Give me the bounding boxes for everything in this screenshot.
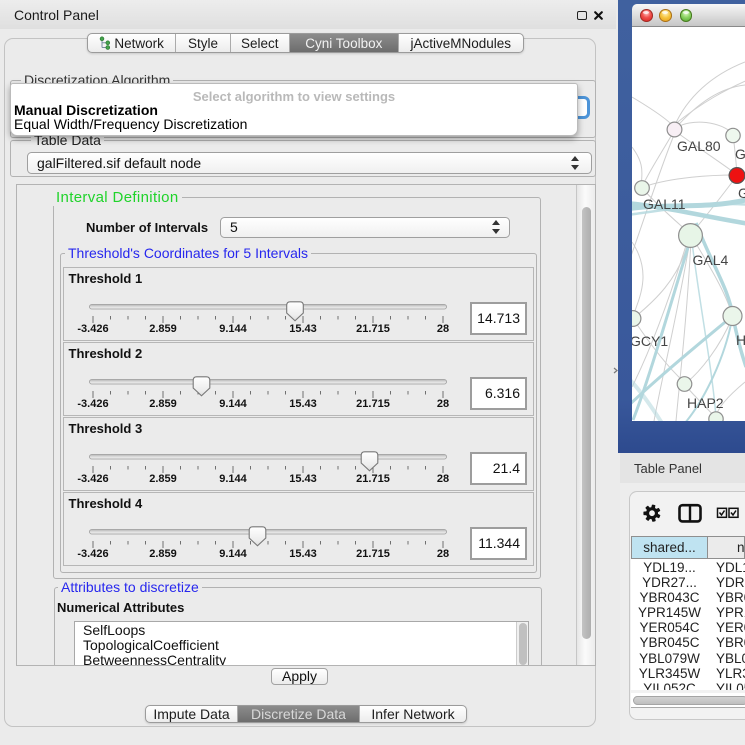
svg-text:28: 28 bbox=[437, 548, 449, 560]
svg-text:2.859: 2.859 bbox=[149, 323, 177, 335]
svg-text:21.715: 21.715 bbox=[356, 398, 390, 410]
svg-text:15.43: 15.43 bbox=[289, 548, 317, 560]
svg-text:21.715: 21.715 bbox=[356, 548, 390, 560]
svg-text:9.144: 9.144 bbox=[219, 473, 247, 485]
svg-text:G: G bbox=[738, 185, 745, 201]
svg-text:-3.426: -3.426 bbox=[77, 548, 108, 560]
svg-text:9.144: 9.144 bbox=[219, 548, 247, 560]
svg-text:15.43: 15.43 bbox=[289, 473, 317, 485]
svg-text:28: 28 bbox=[437, 323, 449, 335]
svg-text:2.859: 2.859 bbox=[149, 398, 177, 410]
svg-text:-3.426: -3.426 bbox=[77, 323, 108, 335]
svg-text:15.43: 15.43 bbox=[289, 398, 317, 410]
svg-text:9.144: 9.144 bbox=[219, 398, 247, 410]
svg-text:21.715: 21.715 bbox=[356, 473, 390, 485]
svg-text:GAL80: GAL80 bbox=[677, 138, 721, 154]
svg-text:28: 28 bbox=[437, 398, 449, 410]
svg-text:HAP2: HAP2 bbox=[687, 395, 724, 411]
svg-text:GAL4: GAL4 bbox=[693, 252, 729, 268]
svg-text:15.43: 15.43 bbox=[289, 323, 317, 335]
svg-text:GCY1: GCY1 bbox=[632, 333, 668, 349]
svg-text:2.859: 2.859 bbox=[149, 548, 177, 560]
svg-text:9.144: 9.144 bbox=[219, 323, 247, 335]
svg-text:28: 28 bbox=[437, 473, 449, 485]
svg-text:2.859: 2.859 bbox=[149, 473, 177, 485]
svg-text:21.715: 21.715 bbox=[356, 323, 390, 335]
svg-text:H: H bbox=[736, 332, 745, 348]
svg-text:GAL11: GAL11 bbox=[643, 196, 686, 212]
svg-text:-3.426: -3.426 bbox=[77, 473, 108, 485]
svg-text:GA: GA bbox=[735, 146, 745, 162]
svg-text:-3.426: -3.426 bbox=[77, 398, 108, 410]
